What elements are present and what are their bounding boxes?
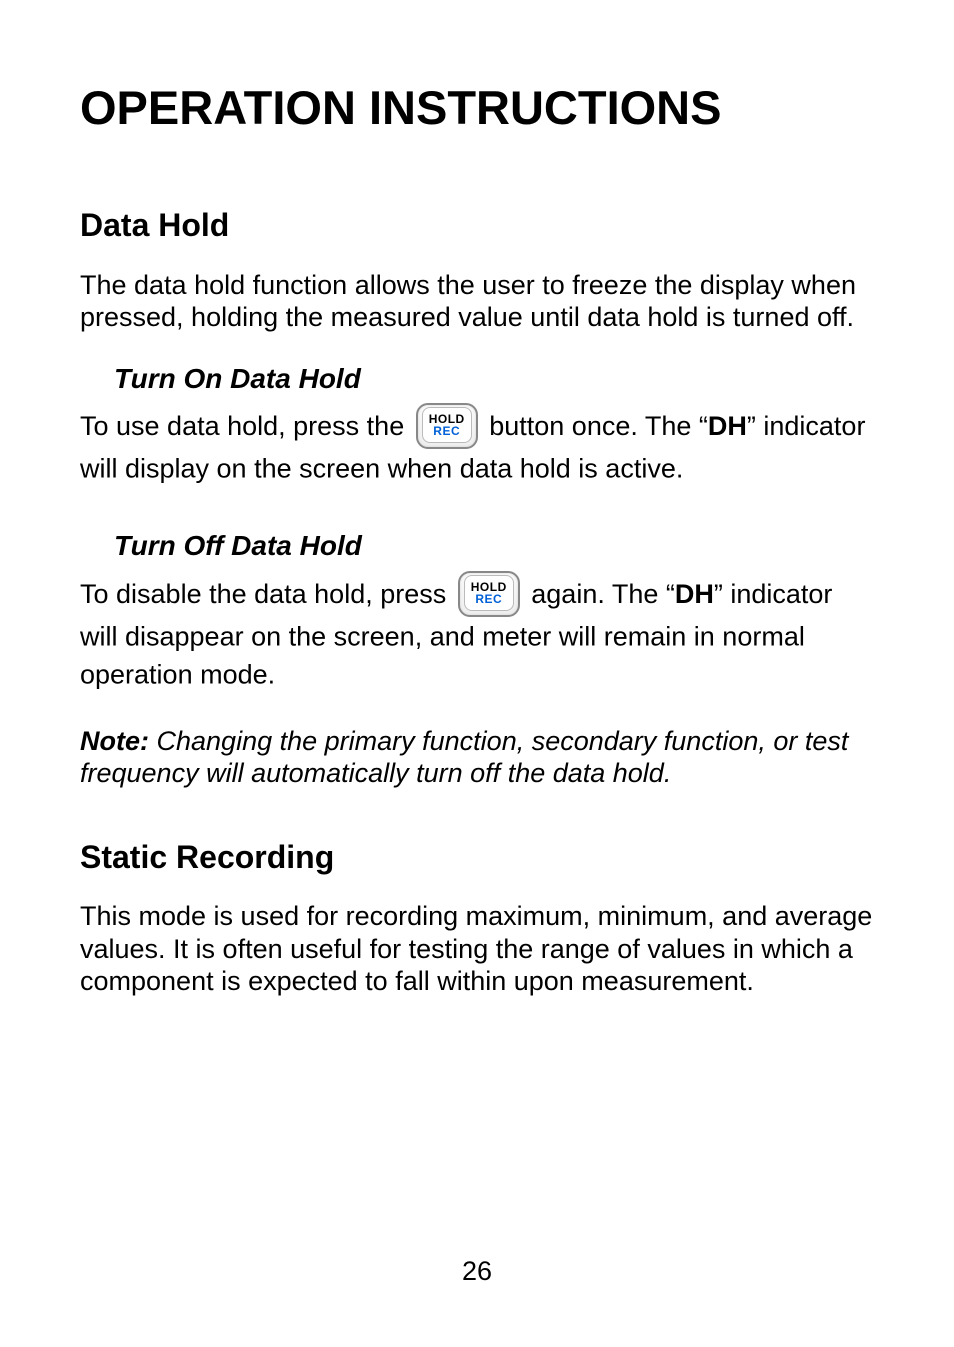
subheading-turn-off: Turn Off Data Hold	[114, 529, 874, 563]
data-hold-note: Note: Changing the primary function, sec…	[80, 725, 874, 790]
page-number: 26	[0, 1256, 954, 1287]
hold-rec-button-icon: HOLD REC	[416, 403, 478, 449]
static-recording-body: This mode is used for recording maximum,…	[80, 900, 874, 997]
section-heading-data-hold: Data Hold	[80, 206, 874, 244]
dh-indicator-text: DH	[708, 411, 747, 441]
dh-indicator-text: DH	[675, 579, 714, 609]
turn-on-post1: button once. The “	[489, 411, 708, 441]
document-page: OPERATION INSTRUCTIONS Data Hold The dat…	[0, 0, 954, 1347]
button-label-rec: REC	[475, 593, 502, 605]
turn-on-paragraph: To use data hold, press the HOLD REC but…	[80, 403, 874, 487]
page-title: OPERATION INSTRUCTIONS	[80, 80, 874, 136]
turn-off-paragraph: To disable the data hold, press HOLD REC…	[80, 571, 874, 693]
subheading-turn-on: Turn On Data Hold	[114, 362, 874, 396]
section-heading-static-recording: Static Recording	[80, 838, 874, 876]
turn-on-pre-text: To use data hold, press the	[80, 411, 412, 441]
note-body: Changing the primary function, secondary…	[80, 726, 848, 788]
data-hold-intro: The data hold function allows the user t…	[80, 269, 874, 334]
turn-off-post1: again. The “	[531, 579, 675, 609]
turn-off-pre-text: To disable the data hold, press	[80, 579, 454, 609]
hold-rec-button-icon: HOLD REC	[458, 571, 520, 617]
button-label-rec: REC	[433, 425, 460, 437]
note-lead: Note:	[80, 726, 149, 756]
